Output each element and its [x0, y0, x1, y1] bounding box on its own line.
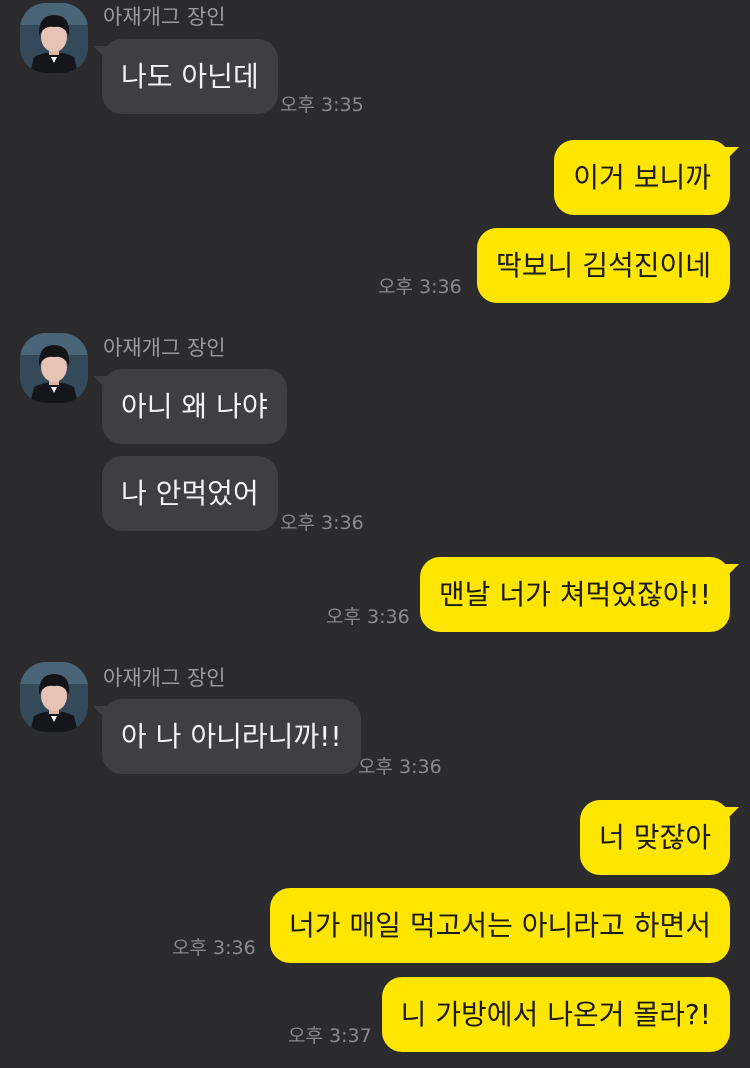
sender-name: 아재개그 장인	[103, 336, 226, 360]
message-bubble-incoming[interactable]: 나 안먹었어	[102, 456, 278, 531]
message-timestamp: 오후 3:37	[288, 1025, 372, 1047]
message-timestamp: 오후 3:36	[280, 512, 364, 534]
message-timestamp: 오후 3:36	[172, 937, 256, 959]
sender-avatar[interactable]	[20, 3, 88, 73]
message-timestamp: 오후 3:36	[358, 756, 442, 778]
sender-avatar[interactable]	[20, 662, 88, 732]
message-bubble-outgoing[interactable]: 니 가방에서 나온거 몰라?!	[381, 977, 730, 1052]
message-bubble-outgoing[interactable]: 맨날 너가 쳐먹었잖아!!	[419, 557, 740, 632]
profile-photo-icon	[20, 662, 88, 732]
message-bubble-outgoing[interactable]: 이거 보니까	[554, 140, 739, 215]
message-bubble-outgoing[interactable]: 너가 매일 먹고서는 아니라고 하면서	[269, 888, 730, 963]
sender-avatar[interactable]	[20, 333, 88, 403]
message-timestamp: 오후 3:36	[378, 276, 462, 298]
message-bubble-incoming[interactable]: 나도 아닌데	[93, 39, 278, 114]
message-bubble-incoming[interactable]: 아 나 아니라니까!!	[93, 699, 361, 774]
message-bubble-outgoing[interactable]: 너 맞잖아	[580, 800, 739, 875]
message-timestamp: 오후 3:36	[326, 606, 410, 628]
sender-name: 아재개그 장인	[103, 666, 226, 690]
message-bubble-outgoing[interactable]: 딱보니 김석진이네	[477, 228, 730, 303]
profile-photo-icon	[20, 333, 88, 403]
message-bubble-incoming[interactable]: 아니 왜 나야	[93, 369, 287, 444]
message-timestamp: 오후 3:35	[280, 94, 364, 116]
sender-name: 아재개그 장인	[103, 5, 226, 29]
profile-photo-icon	[20, 3, 88, 73]
chat-area[interactable]: 아재개그 장인 나도 아닌데 오후 3:35 이거 보니까 딱보니 김석진이네 …	[0, 0, 750, 1068]
